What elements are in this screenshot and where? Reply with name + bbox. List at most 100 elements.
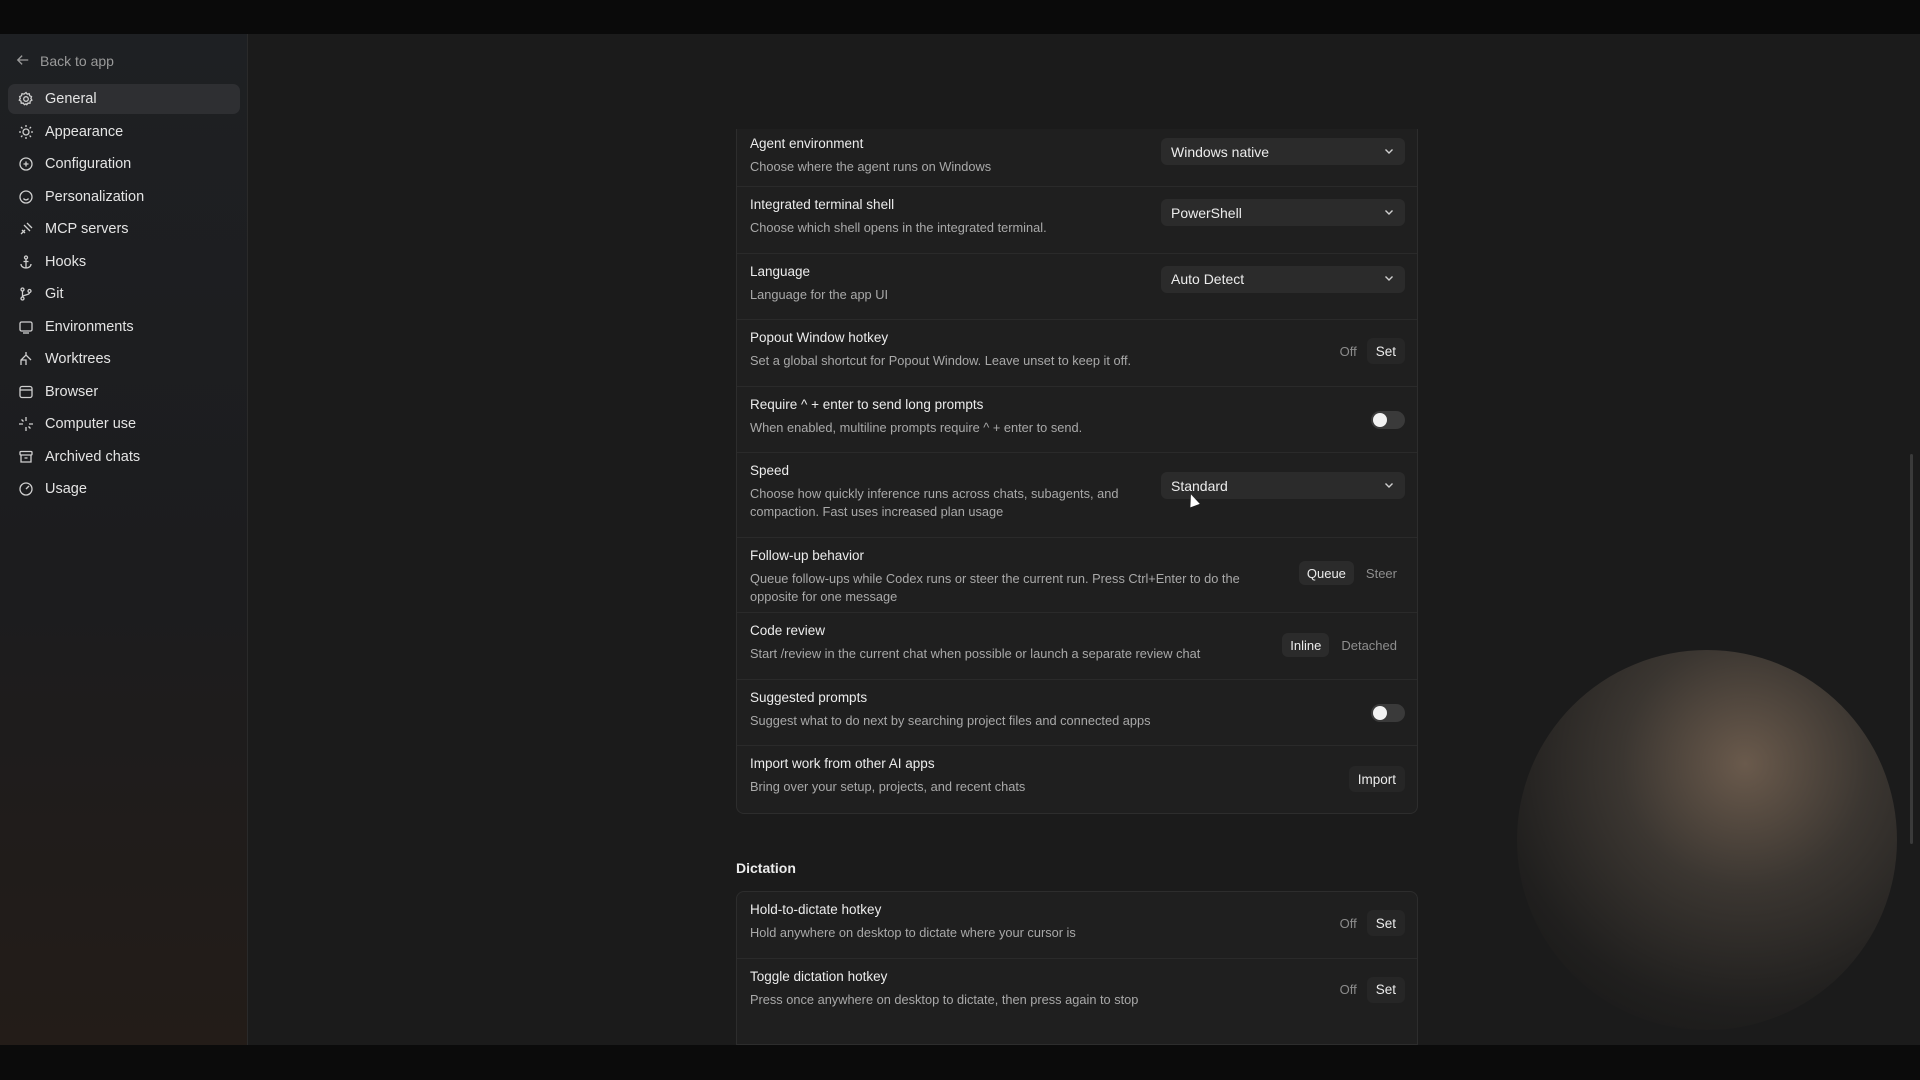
setting-import-work: Import work from other AI apps Bring ove… <box>737 746 1417 813</box>
setting-popout-hotkey: Popout Window hotkey Set a global shortc… <box>737 320 1417 387</box>
sun-icon <box>18 124 34 140</box>
sidebar-item-label: Usage <box>45 481 87 497</box>
anchor-icon <box>18 254 34 270</box>
setting-description: Set a global shortcut for Popout Window.… <box>750 353 1132 368</box>
speed-select[interactable]: Standard <box>1161 472 1405 499</box>
sidebar-item-general[interactable]: General <box>8 84 240 114</box>
sidebar-item-configuration[interactable]: Configuration <box>8 149 240 179</box>
chevron-down-icon <box>1383 271 1395 287</box>
agent-environment-select[interactable]: Windows native <box>1161 138 1405 165</box>
arrow-left-icon <box>16 53 30 70</box>
setting-title: Suggested prompts <box>750 689 868 705</box>
toggle-knob <box>1373 412 1387 427</box>
settings-nav: General Appearance Configuration Persona… <box>8 84 240 507</box>
setting-title: Speed <box>750 463 790 478</box>
select-value: Auto Detect <box>1171 271 1245 287</box>
branch-icon <box>18 286 34 302</box>
sidebar-item-label: Worktrees <box>45 351 111 367</box>
set-hotkey-button[interactable]: Set <box>1366 976 1405 1003</box>
select-value: Windows native <box>1171 143 1270 160</box>
sidebar-item-computer-use[interactable]: Computer use <box>8 409 240 439</box>
back-to-app-label: Back to app <box>40 53 114 69</box>
setting-language: Language Language for the app UI Auto De… <box>737 254 1417 320</box>
setting-description: Start /review in the current chat when p… <box>750 646 1201 661</box>
sidebar-item-mcp-servers[interactable]: MCP servers <box>8 214 240 244</box>
toggle-hotkey-control: Off Set <box>1339 976 1405 1003</box>
follow-up-steer-option[interactable]: Steer <box>1358 561 1405 585</box>
sidebar-item-browser[interactable]: Browser <box>8 377 240 407</box>
hotkey-status: Off <box>1339 982 1357 997</box>
setting-title: Require ^ + enter to send long prompts <box>750 396 984 412</box>
setting-title: Code review <box>750 623 826 638</box>
window-bottom-bar <box>0 1045 1920 1080</box>
setting-title: Import work from other AI apps <box>750 756 935 771</box>
plug-icon <box>18 221 34 237</box>
sidebar-item-label: Environments <box>45 318 134 335</box>
sidebar-item-usage[interactable]: Usage <box>8 474 240 504</box>
settings-sidebar: Back to app General Appearance Configura… <box>0 34 248 1045</box>
language-select[interactable]: Auto Detect <box>1161 265 1405 293</box>
code-review-inline-option[interactable]: Inline <box>1282 633 1330 657</box>
sidebar-item-git[interactable]: Git <box>8 279 240 309</box>
sidebar-item-hooks[interactable]: Hooks <box>8 247 240 277</box>
sparkle-icon <box>18 416 34 432</box>
select-value: Standard <box>1171 477 1228 494</box>
setting-toggle-dictation: Toggle dictation hotkey Press once anywh… <box>737 959 1417 1026</box>
sidebar-item-label: Hooks <box>45 253 87 270</box>
general-settings-panel: Agent environment Choose where the agent… <box>736 129 1418 814</box>
chevron-down-icon <box>1383 144 1395 160</box>
window-icon <box>18 384 34 400</box>
sidebar-item-label: MCP servers <box>45 221 129 237</box>
follow-up-queue-option[interactable]: Queue <box>1298 561 1354 585</box>
back-to-app-link[interactable]: Back to app <box>16 50 114 72</box>
setting-description: Queue follow-ups while Codex runs or ste… <box>750 571 1240 604</box>
chevron-down-icon <box>1383 478 1395 494</box>
setting-description: Press once anywhere on desktop to dictat… <box>750 991 1139 1007</box>
monitor-icon <box>18 319 34 335</box>
chevron-down-icon <box>1383 205 1395 221</box>
code-review-detached-option[interactable]: Detached <box>1333 633 1405 657</box>
sidebar-item-label: Browser <box>45 383 99 400</box>
follow-up-segmented: Queue Steer <box>1298 561 1405 585</box>
setting-follow-up: Follow-up behavior Queue follow-ups whil… <box>737 538 1417 613</box>
setting-hold-to-dictate: Hold-to-dictate hotkey Hold anywhere on … <box>737 892 1417 959</box>
sidebar-item-label: Archived chats <box>45 448 141 465</box>
setting-description: Suggest what to do next by searching pro… <box>750 712 1151 728</box>
hotkey-status: Off <box>1339 343 1357 359</box>
sidebar-item-appearance[interactable]: Appearance <box>8 117 240 147</box>
sidebar-item-archived-chats[interactable]: Archived chats <box>8 442 240 472</box>
gauge-icon <box>18 481 34 497</box>
setting-title: Agent environment <box>750 136 864 151</box>
setting-terminal-shell: Integrated terminal shell Choose which s… <box>737 187 1417 254</box>
setting-title: Integrated terminal shell <box>750 197 895 212</box>
setting-suggested-prompts: Suggested prompts Suggest what to do nex… <box>737 680 1417 746</box>
config-icon <box>18 156 34 172</box>
popout-hotkey-control: Off Set <box>1340 338 1405 364</box>
setting-speed: Speed Choose how quickly inference runs … <box>737 453 1417 538</box>
sidebar-item-label: Appearance <box>45 123 124 140</box>
dictation-section-title: Dictation <box>736 860 796 876</box>
import-button[interactable]: Import <box>1348 766 1405 792</box>
set-hotkey-button[interactable]: Set <box>1366 910 1405 936</box>
sidebar-item-label: General <box>45 91 97 107</box>
require-enter-toggle[interactable] <box>1371 410 1405 429</box>
sidebar-item-label: Personalization <box>45 188 145 205</box>
set-hotkey-button[interactable]: Set <box>1366 338 1405 364</box>
webcam-overlay <box>1517 650 1897 1030</box>
sidebar-item-label: Git <box>45 286 64 302</box>
setting-description: Hold anywhere on desktop to dictate wher… <box>750 925 1076 940</box>
scrollbar-thumb[interactable] <box>1910 454 1913 844</box>
sidebar-item-environments[interactable]: Environments <box>8 312 240 342</box>
suggested-prompts-toggle[interactable] <box>1371 703 1405 722</box>
setting-code-review: Code review Start /review in the current… <box>737 613 1417 680</box>
hold-hotkey-control: Off Set <box>1340 910 1405 936</box>
setting-title: Follow-up behavior <box>750 548 865 563</box>
tree-icon <box>18 351 34 367</box>
setting-require-enter: Require ^ + enter to send long prompts W… <box>737 387 1417 453</box>
toggle-knob <box>1373 705 1387 720</box>
sidebar-item-worktrees[interactable]: Worktrees <box>8 344 240 374</box>
sidebar-item-personalization[interactable]: Personalization <box>8 182 240 212</box>
import-control: Import <box>1348 766 1405 792</box>
terminal-shell-select[interactable]: PowerShell <box>1161 199 1405 226</box>
window-top-bar <box>0 0 1920 34</box>
